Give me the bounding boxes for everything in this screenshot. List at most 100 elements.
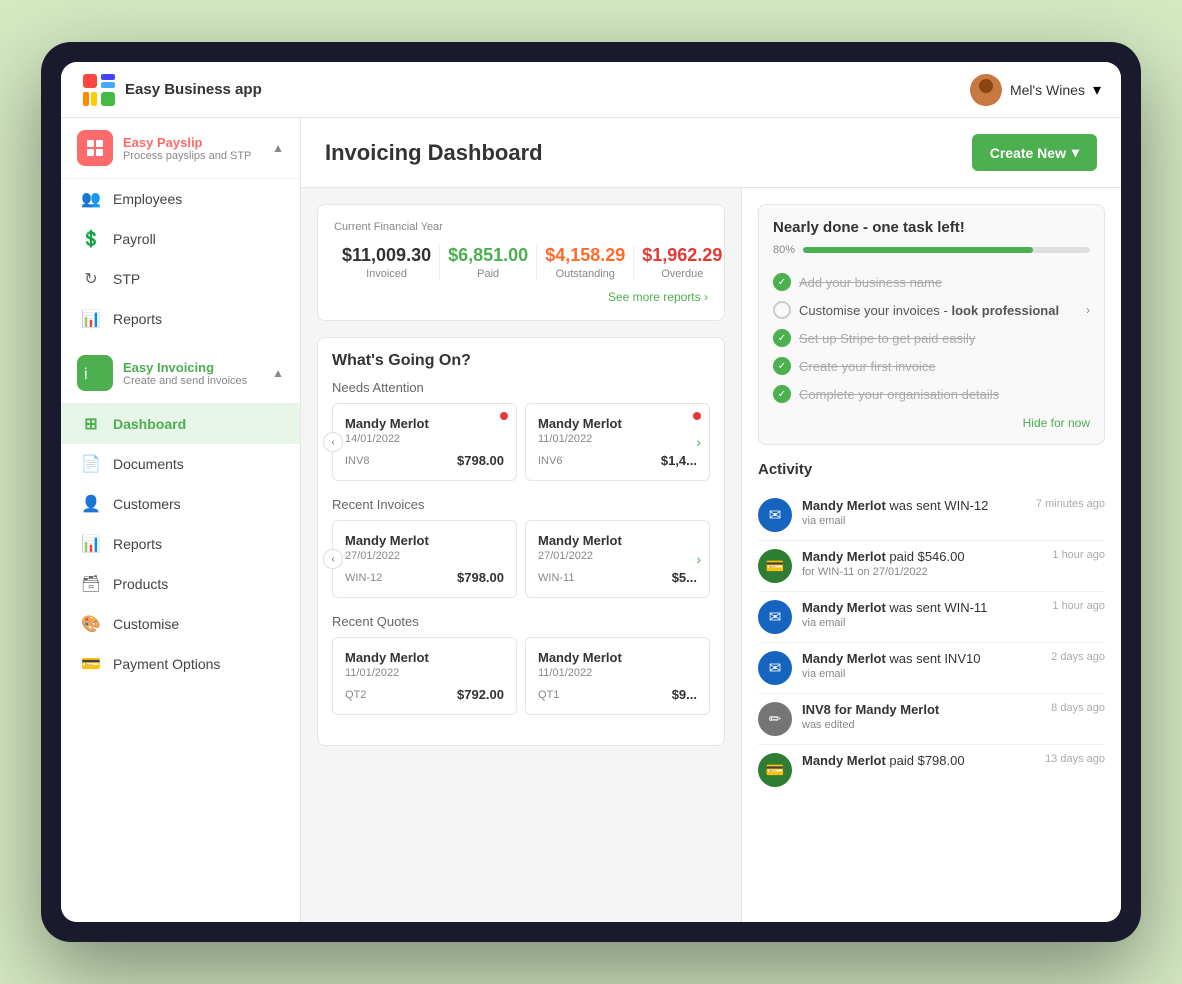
quote-card-1-amount: $9... — [672, 687, 697, 702]
attention-card-1-date: 11/01/2022 — [538, 433, 697, 445]
sidebar: Easy Payslip Process payslips and STP ▲ … — [61, 118, 301, 922]
activity-time-5: 13 days ago — [1045, 753, 1105, 765]
see-more-reports-link[interactable]: See more reports › — [334, 290, 708, 304]
sidebar-item-reports-payslip[interactable]: 📊 Reports — [61, 299, 300, 339]
attention-card-1-arrow: › — [696, 434, 701, 450]
invoice-card-1-ref: WIN-11 — [538, 572, 574, 584]
attention-card-0-date: 14/01/2022 — [345, 433, 504, 445]
activity-sub-4: was edited — [802, 719, 1041, 731]
easy-payslip-module[interactable]: Easy Payslip Process payslips and STP ▲ — [61, 118, 300, 179]
activity-icon-0: ✉ — [758, 498, 792, 532]
financial-summary: Current Financial Year $11,009.30 Invoic… — [317, 204, 725, 321]
user-menu[interactable]: Mel's Wines ▾ — [970, 74, 1101, 106]
card-nav-left-0[interactable]: ‹ — [323, 432, 343, 452]
activity-item-1: 💳 Mandy Merlot paid $546.00 for WIN-11 o… — [758, 541, 1105, 592]
activity-info-4: INV8 for Mandy Merlot was edited — [802, 702, 1041, 731]
payslip-title: Easy Payslip — [123, 135, 262, 150]
invoiced-label: Invoiced — [342, 268, 431, 280]
invoice-card-1-arrow: › — [696, 551, 701, 567]
quote-card-1[interactable]: Mandy Merlot 11/01/2022 QT1 $9... — [525, 637, 710, 715]
payslip-info: Easy Payslip Process payslips and STP — [123, 135, 262, 162]
progress-bar-bg — [803, 247, 1090, 253]
task-0-text: Add your business name — [799, 275, 942, 290]
task-4-check: ✓ — [773, 385, 791, 403]
activity-info-5: Mandy Merlot paid $798.00 — [802, 753, 1035, 768]
invoice-card-0[interactable]: ‹ Mandy Merlot 27/01/2022 WIN-12 $798.00 — [332, 520, 517, 598]
sidebar-item-payroll[interactable]: 💲 Payroll — [61, 219, 300, 259]
activity-time-3: 2 days ago — [1051, 651, 1105, 663]
main-layout: Easy Payslip Process payslips and STP ▲ … — [61, 118, 1121, 922]
invoice-card-1-amount: $5... — [672, 570, 697, 585]
hide-for-now-link[interactable]: Hide for now — [773, 416, 1090, 430]
invoice-card-1[interactable]: Mandy Merlot 27/01/2022 WIN-11 $5... › — [525, 520, 710, 598]
user-menu-chevron[interactable]: ▾ — [1093, 80, 1101, 100]
sidebar-item-employees[interactable]: 👥 Employees — [61, 179, 300, 219]
dashboard-content: Current Financial Year $11,009.30 Invoic… — [301, 188, 1121, 922]
app-name: Easy Business app — [125, 81, 262, 98]
quote-card-0-customer: Mandy Merlot — [345, 650, 504, 665]
task-4: ✓ Complete your organisation details — [773, 380, 1090, 408]
progress-section: Nearly done - one task left! 80% ✓ Add — [758, 204, 1105, 445]
easy-invoicing-module[interactable]: i Easy Invoicing Create and send invoice… — [61, 343, 300, 404]
financial-row: $11,009.30 Invoiced $6,851.00 Paid $4,15… — [334, 245, 708, 280]
products-label: Products — [113, 576, 168, 592]
activity-info-2: Mandy Merlot was sent WIN-11 via email — [802, 600, 1042, 629]
sidebar-item-products[interactable]: 🗃 Products — [61, 564, 300, 604]
sidebar-item-customise[interactable]: 🎨 Customise — [61, 604, 300, 644]
quote-card-0-ref: QT2 — [345, 689, 366, 701]
invoicing-icon: i — [77, 355, 113, 391]
task-1-arrow[interactable]: › — [1086, 303, 1090, 317]
activity-text-2: Mandy Merlot was sent WIN-11 — [802, 600, 1042, 615]
attention-card-1-amount: $1,4... — [661, 453, 697, 468]
payroll-label: Payroll — [113, 231, 156, 247]
reports-invoicing-icon: 📊 — [81, 534, 101, 554]
employees-icon: 👥 — [81, 189, 101, 209]
recent-invoices-cards: ‹ Mandy Merlot 27/01/2022 WIN-12 $798.00 — [332, 520, 710, 598]
attention-card-1[interactable]: Mandy Merlot 11/01/2022 INV6 $1,4... › — [525, 403, 710, 481]
progress-bar-container: 80% — [773, 244, 1090, 256]
task-1[interactable]: Customise your invoices - look professio… — [773, 296, 1090, 324]
payslip-collapse-icon[interactable]: ▲ — [272, 141, 284, 155]
logo-area: Easy Business app — [81, 72, 262, 108]
invoice-card-1-customer: Mandy Merlot — [538, 533, 697, 548]
create-new-chevron: ▾ — [1072, 144, 1079, 161]
sidebar-item-documents[interactable]: 📄 Documents — [61, 444, 300, 484]
reports-payslip-icon: 📊 — [81, 309, 101, 329]
attention-card-0[interactable]: ‹ Mandy Merlot 14/01/2022 INV8 $798.00 — [332, 403, 517, 481]
user-name: Mel's Wines — [1010, 82, 1085, 98]
customers-icon: 👤 — [81, 494, 101, 514]
sidebar-item-dashboard[interactable]: ⊞ Dashboard — [61, 404, 300, 444]
activity-sub-0: via email — [802, 515, 1026, 527]
create-new-button[interactable]: Create New ▾ — [972, 134, 1097, 171]
activity-icon-3: ✉ — [758, 651, 792, 685]
activity-icon-4: ✏ — [758, 702, 792, 736]
quote-card-0[interactable]: Mandy Merlot 11/01/2022 QT2 $792.00 — [332, 637, 517, 715]
activity-icon-2: ✉ — [758, 600, 792, 634]
activity-icon-5: 💳 — [758, 753, 792, 787]
overdue-amount: $1,962.29 — [642, 245, 722, 266]
invoice-card-0-customer: Mandy Merlot — [345, 533, 504, 548]
invoice-nav-left-0[interactable]: ‹ — [323, 549, 343, 569]
progress-percent: 80% — [773, 244, 795, 256]
progress-title: Nearly done - one task left! — [773, 219, 1090, 236]
sidebar-item-customers[interactable]: 👤 Customers — [61, 484, 300, 524]
sidebar-item-payment-options[interactable]: 💳 Payment Options — [61, 644, 300, 684]
invoice-card-0-date: 27/01/2022 — [345, 550, 504, 562]
recent-quotes-label: Recent Quotes — [332, 614, 710, 629]
svg-text:i: i — [84, 366, 88, 383]
quote-card-1-date: 11/01/2022 — [538, 667, 697, 679]
activity-item-5: 💳 Mandy Merlot paid $798.00 13 days ago — [758, 745, 1105, 795]
task-1-text: Customise your invoices - look professio… — [799, 303, 1059, 318]
invoicing-collapse-icon[interactable]: ▲ — [272, 366, 284, 380]
attention-card-1-customer: Mandy Merlot — [538, 416, 697, 431]
user-avatar — [970, 74, 1002, 106]
dashboard-icon: ⊞ — [81, 414, 101, 434]
attention-card-0-ref: INV8 — [345, 455, 369, 467]
overdue-item: $1,962.29 Overdue — [634, 245, 730, 280]
task-2-text: Set up Stripe to get paid easily — [799, 331, 975, 346]
customise-icon: 🎨 — [81, 614, 101, 634]
activity-item-0: ✉ Mandy Merlot was sent WIN-12 via email… — [758, 490, 1105, 541]
sidebar-item-reports-invoicing[interactable]: 📊 Reports — [61, 524, 300, 564]
stp-label: STP — [113, 271, 140, 287]
sidebar-item-stp[interactable]: ↻ STP — [61, 259, 300, 299]
